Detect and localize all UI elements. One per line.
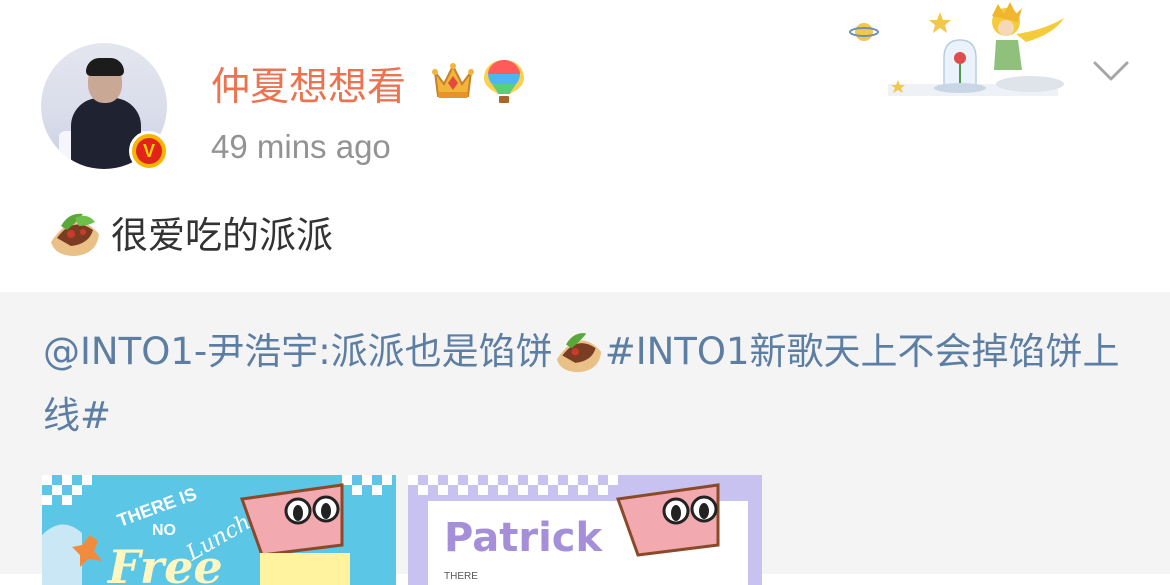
thumb1-line2: NO	[152, 522, 176, 539]
post-timestamp: 49 mins ago	[211, 128, 391, 165]
crown-icon	[432, 63, 474, 98]
taco-icon	[556, 333, 601, 373]
image-thumbnail-2[interactable]: Patrick THERE	[408, 475, 762, 585]
repost-container[interactable]: @INTO1-尹浩宇:派派也是馅饼 #INTO1新歌天上不会掉馅饼上线# THER…	[0, 292, 1170, 585]
little-prince-decoration	[849, 2, 1064, 96]
repost-text: @INTO1-尹浩宇:派派也是馅饼 #INTO1新歌天上不会掉馅饼上线#	[43, 320, 1133, 448]
mention-link[interactable]: @INTO1-尹浩宇	[43, 330, 318, 373]
thumb2-title: Patrick	[444, 515, 604, 561]
image-thumbnail-1[interactable]: THERE IS NO Free Lunch	[42, 475, 396, 585]
avatar-person-hair	[86, 58, 124, 76]
post-text: 很爱吃的派派	[111, 214, 333, 257]
taco-icon	[51, 213, 99, 256]
verified-badge: V	[129, 131, 169, 171]
thumb2-small-text: THERE	[444, 571, 478, 582]
hot-air-balloon-icon	[484, 60, 524, 103]
chevron-down-icon[interactable]	[1092, 57, 1130, 85]
verified-badge-letter: V	[136, 138, 162, 164]
post-text-row: 很爱吃的派派	[47, 204, 333, 260]
username[interactable]: 仲夏想想看	[211, 56, 406, 112]
repost-body: :派派也是馅饼	[318, 330, 553, 373]
